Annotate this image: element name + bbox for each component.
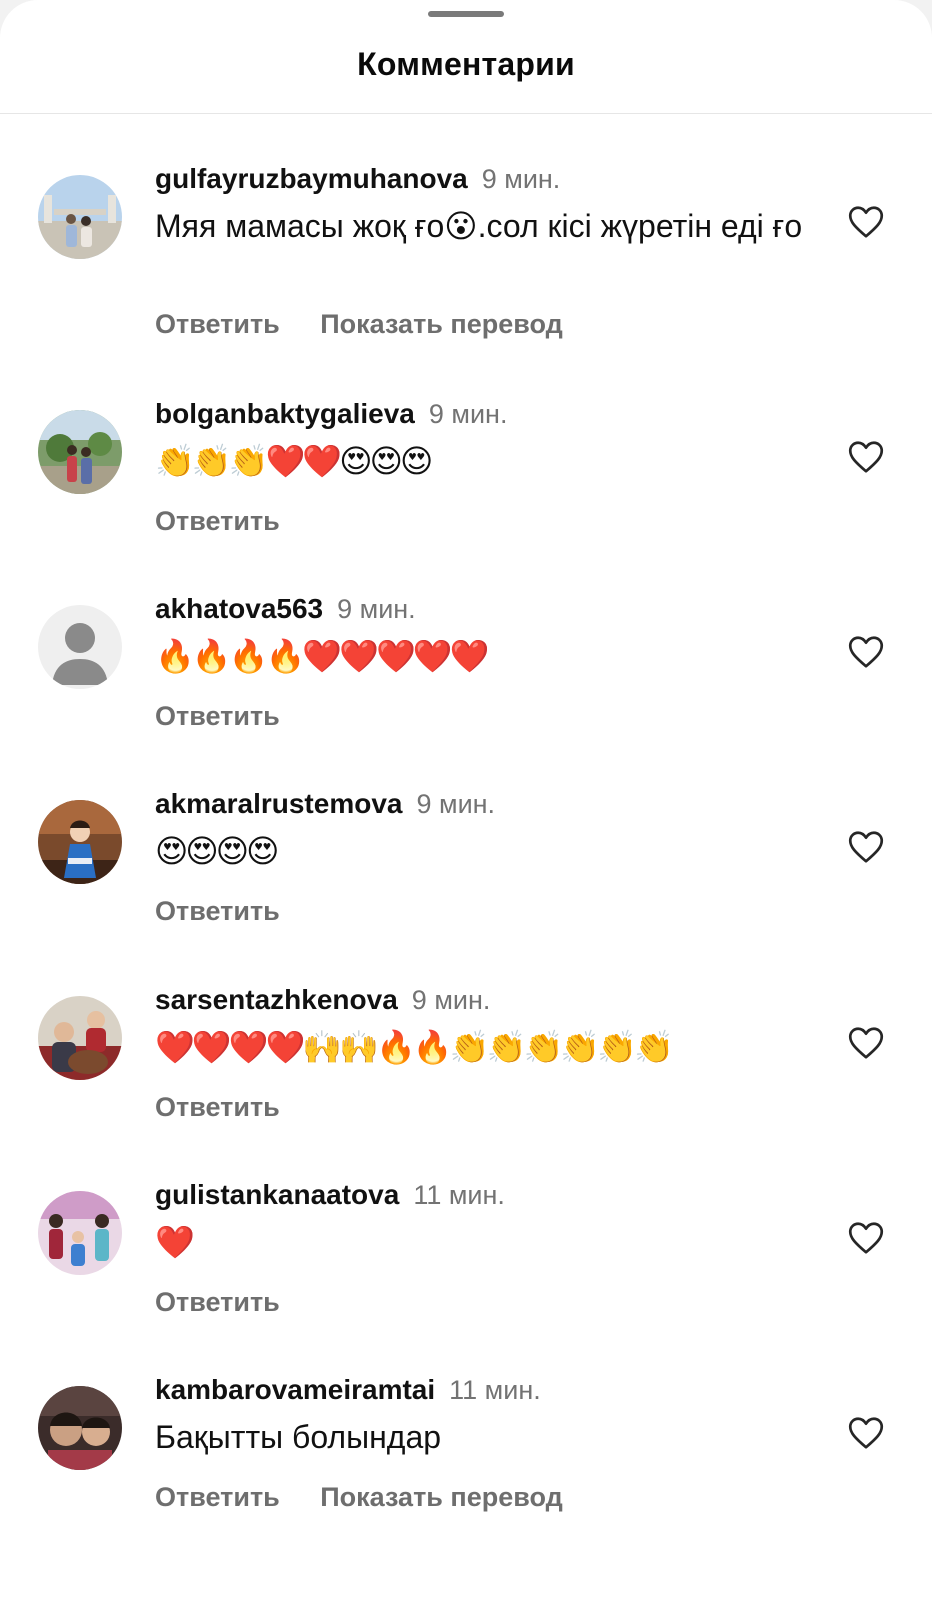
comment-meta: kambarovameiramtai 11 мин. [155,1374,541,1406]
username[interactable]: akhatova563 [155,593,323,624]
comment-text: Бақытты болындар [155,1419,442,1455]
timestamp: 9 мин. [416,789,496,819]
comment-item: sarsentazhkenova 9 мин. ❤️❤️❤️❤️🙌🙌🔥🔥👏👏👏👏👏… [0,984,932,1176]
comment-text: 🔥🔥🔥🔥❤️❤️❤️❤️❤️ [155,638,490,674]
heart-outline-icon[interactable] [848,1416,884,1450]
username[interactable]: gulistankanaatova [155,1179,399,1210]
reply-button[interactable]: Ответить [155,1287,280,1317]
comment-item: akhatova563 9 мин. 🔥🔥🔥🔥❤️❤️❤️❤️❤️ Ответит… [0,593,932,785]
reply-button[interactable]: Ответить [155,309,280,339]
comment-actions: Ответить Показать перевод [155,309,599,340]
comment-meta: sarsentazhkenova 9 мин. [155,984,490,1016]
page-title: Комментарии [357,46,575,82]
heart-outline-icon[interactable] [848,1026,884,1060]
timestamp: 9 мин. [337,594,416,624]
comment-item: kambarovameiramtai 11 мин. Бақытты болынд… [0,1374,932,1566]
username[interactable]: akmaralrustemova [155,788,402,819]
username[interactable]: kambarovameiramtai [155,1374,435,1405]
comment-meta: gulistankanaatova 11 мин. [155,1179,505,1211]
comment-text: Мяя мамасы жоқ ғо😮.сол кісі жүретін еді … [155,208,803,244]
comment-text: 😍😍😍😍 [155,833,279,869]
avatar[interactable] [38,605,122,689]
timestamp: 9 мин. [428,399,508,429]
heart-outline-icon[interactable] [848,830,884,864]
comment-actions: Ответить [155,1092,316,1123]
comment-item: bolganbaktygalieva 9 мин. 👏👏👏❤️❤️😍😍😍 Отве… [0,398,932,590]
avatar[interactable] [38,800,122,884]
timestamp: 9 мин. [481,164,561,194]
comment-actions: Ответить [155,701,316,732]
reply-button[interactable]: Ответить [155,506,280,536]
username[interactable]: sarsentazhkenova [155,984,398,1015]
reply-button[interactable]: Ответить [155,1092,280,1122]
avatar[interactable] [38,1191,122,1275]
comment-actions: Ответить Показать перевод [155,1482,599,1513]
comment-meta: gulfayruzbaymuhanova 9 мин. [155,163,560,195]
comment-item: gulfayruzbaymuhanova 9 мин. Мяя мамасы жо… [0,163,932,355]
sheet-header: Комментарии [0,0,932,114]
heart-outline-icon[interactable] [848,635,884,669]
timestamp: 11 мин. [413,1180,505,1210]
comment-actions: Ответить [155,896,316,927]
heart-outline-icon[interactable] [848,440,884,474]
comment-item: akmaralrustemova 9 мин. 😍😍😍😍 Ответить [0,788,932,980]
avatar[interactable] [38,1386,122,1470]
user-silhouette-icon [38,605,122,689]
avatar[interactable] [38,410,122,494]
comment-item: gulistankanaatova 11 мин. ❤️ Ответить [0,1179,932,1371]
comment-meta: akhatova563 9 мин. [155,593,416,625]
comment-text: ❤️ [155,1224,195,1260]
show-translation-button[interactable]: Показать перевод [320,309,563,339]
reply-button[interactable]: Ответить [155,896,280,926]
comment-meta: bolganbaktygalieva 9 мин. [155,398,507,430]
heart-outline-icon[interactable] [848,1221,884,1255]
comment-actions: Ответить [155,1287,316,1318]
avatar[interactable] [38,175,122,259]
reply-button[interactable]: Ответить [155,701,280,731]
timestamp: 9 мин. [411,985,491,1015]
comment-text: 👏👏👏❤️❤️😍😍😍 [155,443,433,479]
username[interactable]: bolganbaktygalieva [155,398,415,429]
show-translation-button[interactable]: Показать перевод [320,1482,563,1512]
comment-actions: Ответить [155,506,316,537]
avatar[interactable] [38,996,122,1080]
timestamp: 11 мин. [449,1375,541,1405]
reply-button[interactable]: Ответить [155,1482,280,1512]
comment-meta: akmaralrustemova 9 мин. [155,788,495,820]
username[interactable]: gulfayruzbaymuhanova [155,163,468,194]
heart-outline-icon[interactable] [848,205,884,239]
drag-handle[interactable] [428,11,504,17]
comments-sheet: Комментарии gulfayruzbaymuhanova 9 мин. М… [0,0,932,1599]
comment-text: ❤️❤️❤️❤️🙌🙌🔥🔥👏👏👏👏👏👏 [155,1029,674,1065]
